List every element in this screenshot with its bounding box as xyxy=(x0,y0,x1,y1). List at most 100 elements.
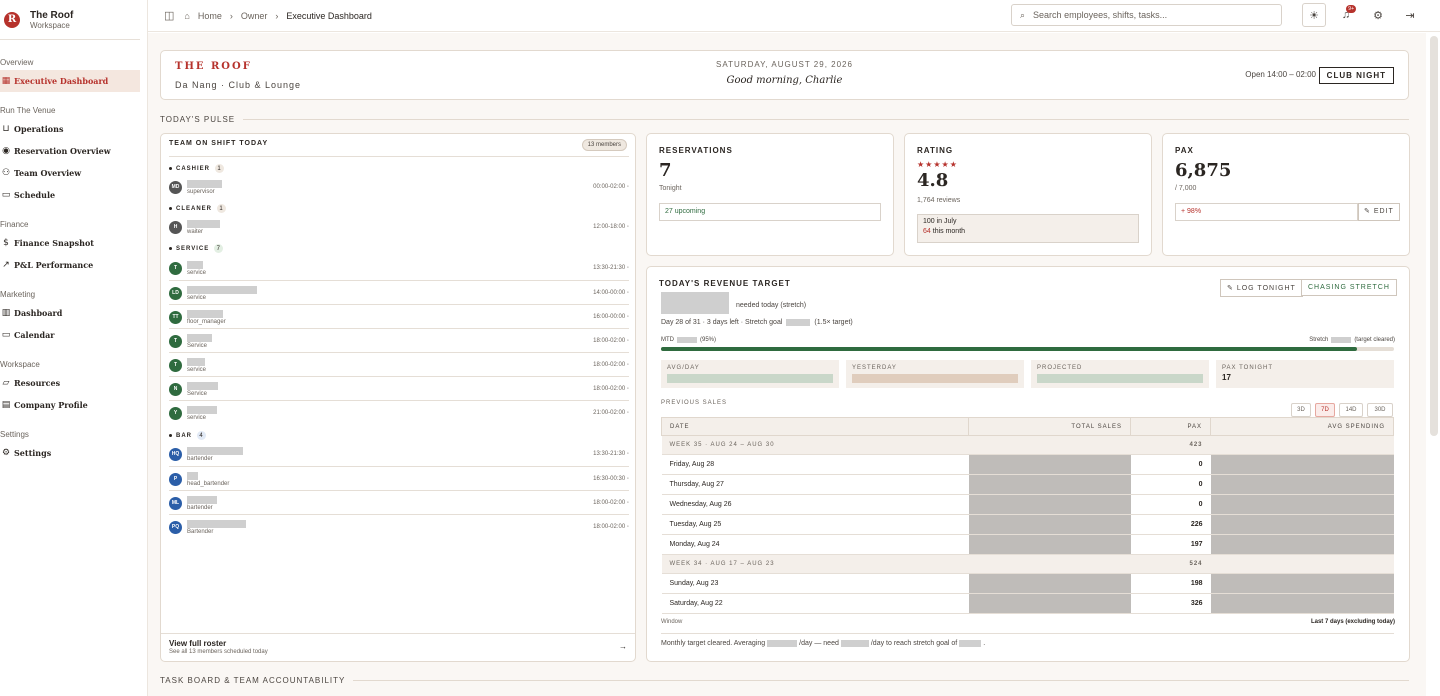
sidebar-item-dashboard[interactable]: ▥ Dashboard xyxy=(0,302,140,324)
group-cashier: CASHIER 1 xyxy=(169,164,225,173)
team-member[interactable]: H waiter 12:00-18:00 ◦ xyxy=(169,215,629,239)
team-member[interactable]: ML bartender 18:00-02:00 ◦ xyxy=(169,491,629,515)
view-full-roster-link[interactable]: View full roster See all 13 members sche… xyxy=(169,639,268,655)
redacted-name xyxy=(187,471,198,480)
sidebar-item-pl-performance[interactable]: ↗ P&L Performance xyxy=(0,254,140,276)
log-tonight-button[interactable]: ✎ LOG TONIGHT xyxy=(1220,279,1303,297)
shift-time: 18:00-02:00 ◦ xyxy=(593,338,629,344)
row-pax: 326 xyxy=(1130,593,1211,614)
topbar: ◫ ⌂ Home › Owner › Executive Dashboard ⌕… xyxy=(148,0,1440,32)
team-member[interactable]: P head_bartender 16:30-00:30 ◦ xyxy=(169,467,629,491)
shift-time: 16:00-00:00 ◦ xyxy=(593,314,629,320)
team-member[interactable]: Y service 21:00-02:00 ◦ xyxy=(169,401,629,425)
monthly-summary: Monthly target cleared. Averaging/day — … xyxy=(661,640,986,647)
row-pax: 0 xyxy=(1130,494,1211,515)
avatar: H xyxy=(169,220,182,234)
week-row: WEEK 34 · AUG 17 – AUG 23 524 xyxy=(661,554,1394,574)
table-row[interactable]: Monday, Aug 24 197 xyxy=(661,534,1394,555)
group-name: CASHIER xyxy=(176,165,211,172)
avatar: HQ xyxy=(169,447,182,461)
group-bar: BAR 4 xyxy=(169,431,206,440)
page-scrollbar[interactable] xyxy=(1430,36,1438,436)
team-member[interactable]: PQ Bartender 18:00-02:00 ◦ xyxy=(169,515,629,539)
roster-subtitle: See all 13 members scheduled today xyxy=(169,649,268,655)
team-member[interactable]: N Service 18:00-02:00 ◦ xyxy=(169,377,629,401)
col-pax[interactable]: PAX xyxy=(1130,417,1211,436)
settings-button[interactable]: ⚙ xyxy=(1366,3,1390,27)
club-night-badge[interactable]: CLUB NIGHT xyxy=(1318,67,1394,84)
sidebar-item-label: Team Overview xyxy=(14,168,82,178)
table-row[interactable]: Saturday, Aug 22 326 xyxy=(661,593,1394,614)
breadcrumb-owner[interactable]: Owner xyxy=(241,11,268,21)
search-input[interactable]: ⌕ Search employees, shifts, tasks... xyxy=(1011,4,1282,26)
table-row[interactable]: Thursday, Aug 27 0 xyxy=(661,474,1394,495)
sidebar-item-operations[interactable]: ⊔ Operations xyxy=(0,118,140,140)
kpi-label: RATING xyxy=(917,146,954,155)
team-member[interactable]: TT floor_manager 16:00-00:00 ◦ xyxy=(169,305,629,329)
range-14d-button[interactable]: 14D xyxy=(1339,403,1363,417)
sidebar-item-calendar[interactable]: ▭ Calendar xyxy=(0,324,140,346)
sidebar-item-label: Operations xyxy=(14,124,64,134)
group-name: SERVICE xyxy=(176,245,210,252)
sidebar-item-reservation-overview[interactable]: ◉ Reservation Overview xyxy=(0,140,140,162)
col-total-sales[interactable]: TOTAL SALES xyxy=(968,417,1131,436)
table-row[interactable]: Wednesday, Aug 26 0 xyxy=(661,494,1394,515)
team-member[interactable]: T service 13:30-21:30 ◦ xyxy=(169,256,629,280)
arrow-right-icon: → xyxy=(619,642,627,651)
logout-button[interactable]: ⇥ xyxy=(1398,3,1422,27)
shift-time: 21:00-02:00 ◦ xyxy=(593,410,629,416)
pin-icon: ◉ xyxy=(2,146,10,156)
edit-pax-button[interactable]: ✎ EDIT xyxy=(1358,203,1400,221)
dollar-icon: $ xyxy=(3,238,9,248)
row-date: WEEK 35 · AUG 24 – AUG 30 xyxy=(661,435,969,455)
star-icons: ★★★★★ xyxy=(917,160,958,169)
sidebar-item-team-overview[interactable]: ⚇ Team Overview xyxy=(0,162,140,184)
kpi-sub: Tonight xyxy=(659,185,682,192)
sidebar-item-label: Finance Snapshot xyxy=(14,238,95,248)
sidebar-item-executive-dashboard[interactable]: ▦ Executive Dashboard xyxy=(0,70,140,92)
group-count: 7 xyxy=(214,244,224,253)
sidebar-item-settings[interactable]: ⚙ Settings xyxy=(0,442,140,464)
col-avg-spending[interactable]: AVG SPENDING xyxy=(1210,417,1394,436)
kpi-label: PAX xyxy=(1175,146,1194,155)
divider xyxy=(661,633,1394,634)
team-member[interactable]: MD supervisor 00:00-02:00 ◦ xyxy=(169,175,629,199)
sidebar-item-finance-snapshot[interactable]: $ Finance Snapshot xyxy=(0,232,140,254)
section-title: TODAY'S PULSE xyxy=(160,115,236,124)
col-date[interactable]: DATE xyxy=(661,417,969,436)
upcoming-badge[interactable]: 27 upcoming xyxy=(659,203,881,221)
row-date: WEEK 34 · AUG 17 – AUG 23 xyxy=(661,554,969,574)
sidebar-item-company-profile[interactable]: ▤ Company Profile xyxy=(0,394,140,416)
group-service: SERVICE 7 xyxy=(169,244,224,253)
row-pax: 423 xyxy=(1130,435,1211,455)
section-title: TASK BOARD & TEAM ACCOUNTABILITY xyxy=(160,676,346,685)
opening-hours: Open 14:00 – 02:00 xyxy=(1245,70,1316,79)
shift-time: 18:00-02:00 ◦ xyxy=(593,386,629,392)
theme-toggle-button[interactable]: ☀ xyxy=(1302,3,1326,27)
range-30d-button[interactable]: 30D xyxy=(1367,403,1393,417)
window-value: Last 7 days (excluding today) xyxy=(1310,619,1395,625)
mtd-progress-fill xyxy=(661,347,1358,351)
chasing-stretch-button[interactable]: CHASING STRETCH xyxy=(1301,279,1397,296)
breadcrumb-home[interactable]: Home xyxy=(198,11,222,21)
stat-avg-day: AVG/DAY xyxy=(661,360,839,388)
table-row[interactable]: Tuesday, Aug 25 226 xyxy=(661,514,1394,535)
sidebar-item-schedule[interactable]: ▭ Schedule xyxy=(0,184,140,206)
sidebar-toggle-icon[interactable]: ◫ xyxy=(164,9,174,22)
team-member[interactable]: T Service 18:00-02:00 ◦ xyxy=(169,329,629,353)
avatar: T xyxy=(169,334,182,348)
brand[interactable]: R The Roof Workspace xyxy=(0,0,140,40)
team-member[interactable]: LD service 14:00-00:00 ◦ xyxy=(169,281,629,305)
week-row: WEEK 35 · AUG 24 – AUG 30 423 xyxy=(661,435,1394,455)
sidebar-item-label: Resources xyxy=(14,378,61,388)
table-row[interactable]: Friday, Aug 28 0 xyxy=(661,454,1394,475)
notifications-button[interactable]: ♫ 9+ xyxy=(1334,3,1358,27)
sidebar-item-resources[interactable]: ▱ Resources xyxy=(0,372,140,394)
range-3d-button[interactable]: 3D xyxy=(1291,403,1311,417)
table-row[interactable]: Sunday, Aug 23 198 xyxy=(661,573,1394,594)
team-member[interactable]: HQ bartender 13:30-21:30 ◦ xyxy=(169,442,629,466)
main-content: THE ROOF Da Nang · Club & Lounge SATURDA… xyxy=(148,33,1426,696)
team-member[interactable]: T service 18:00-02:00 ◦ xyxy=(169,353,629,377)
range-7d-button[interactable]: 7D xyxy=(1315,403,1335,417)
avatar: LD xyxy=(169,286,182,300)
